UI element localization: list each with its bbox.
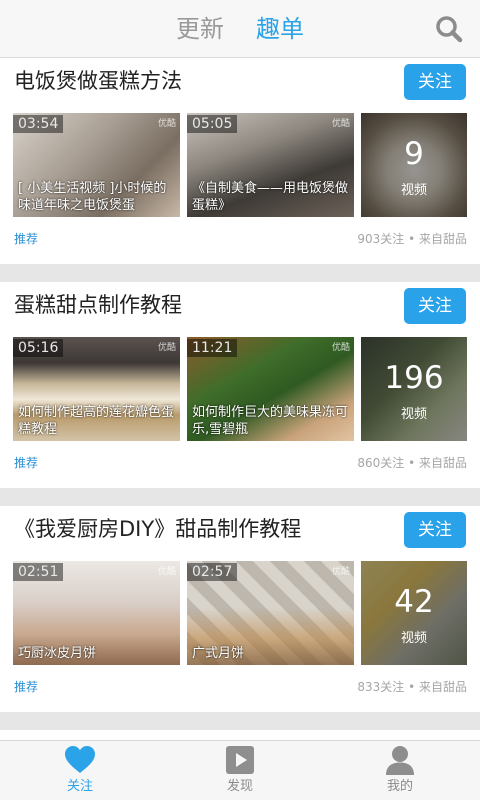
play-icon (226, 746, 254, 774)
search-button[interactable] (434, 14, 464, 44)
brand-watermark: 优酷 (331, 343, 350, 353)
playlist-card[interactable]: 《我爱厨房DIY》甜品制作教程 关注 02:51 优酷 巧厨冰皮月饼 02:57… (0, 506, 480, 712)
playlist-card[interactable]: 电饭煲做蛋糕方法 关注 03:54 优酷 [ 小美生活视频 ]小时候的味道年味之… (0, 58, 480, 264)
card-title[interactable]: 《我爱厨房DIY》甜品制作教程 (14, 512, 301, 546)
follow-button[interactable]: 关注 (404, 512, 466, 548)
video-title: 如何制作超高的莲花瓣色蛋糕教程 (18, 405, 175, 437)
video-count: 9 (404, 136, 424, 172)
card-title[interactable]: 蛋糕甜点制作教程 (14, 288, 182, 322)
video-thumbnail[interactable]: 02:57 优酷 广式月饼 (187, 561, 354, 665)
video-count-label: 视频 (400, 631, 427, 646)
video-duration: 05:16 (13, 339, 64, 357)
video-title: 《自制美食——用电饭煲做蛋糕》 (192, 181, 349, 213)
card-meta: 833关注 • 来自甜品 (357, 680, 467, 694)
heart-icon (65, 746, 95, 773)
tab-update[interactable]: 更新 (176, 12, 224, 46)
search-icon (436, 16, 463, 43)
tab-fun-list[interactable]: 趣单 (256, 12, 304, 46)
brand-watermark: 优酷 (331, 567, 350, 577)
card-meta: 903关注 • 来自甜品 (357, 232, 467, 246)
top-tab-bar: 更新 趣单 (0, 0, 480, 58)
more-videos-thumbnail[interactable]: 196 视频 (361, 337, 467, 441)
playlist-card[interactable]: 蛋糕甜点制作教程 关注 05:16 优酷 如何制作超高的莲花瓣色蛋糕教程 11:… (0, 282, 480, 488)
recommend-tag: 推荐 (14, 456, 39, 470)
video-count: 42 (394, 584, 434, 620)
brand-watermark: 优酷 (331, 119, 350, 129)
nav-mine[interactable]: 我的 (360, 745, 440, 796)
video-thumbnails: 02:51 优酷 巧厨冰皮月饼 02:57 优酷 广式月饼 42 视频 (13, 561, 467, 665)
video-duration: 03:54 (13, 115, 64, 133)
video-title: [ 小美生活视频 ]小时候的味道年味之电饭煲蛋 (18, 181, 167, 213)
recommend-tag: 推荐 (14, 232, 39, 246)
video-duration: 05:05 (187, 115, 238, 133)
video-duration: 11:21 (187, 339, 238, 357)
video-thumbnail[interactable]: 05:05 优酷 《自制美食——用电饭煲做蛋糕》 (187, 113, 354, 217)
video-count-label: 视频 (400, 183, 427, 198)
brand-watermark: 优酷 (157, 119, 176, 129)
video-title: 巧厨冰皮月饼 (18, 646, 97, 661)
user-icon (386, 746, 414, 775)
nav-follow-label: 关注 (66, 779, 93, 794)
nav-mine-label: 我的 (386, 779, 413, 794)
brand-watermark: 优酷 (157, 343, 176, 353)
video-thumbnail[interactable]: 11:21 优酷 如何制作巨大的美味果冻可乐,雪碧瓶 (187, 337, 354, 441)
video-thumbnails: 05:16 优酷 如何制作超高的莲花瓣色蛋糕教程 11:21 优酷 如何制作巨大… (13, 337, 467, 441)
nav-discover[interactable]: 发现 (200, 745, 280, 796)
nav-follow[interactable]: 关注 (40, 745, 120, 796)
video-count-label: 视频 (400, 407, 427, 422)
card-meta: 860关注 • 来自甜品 (357, 456, 467, 470)
follow-button[interactable]: 关注 (404, 288, 466, 324)
bottom-nav: 关注 发现 我的 (0, 740, 480, 800)
video-thumbnail[interactable]: 05:16 优酷 如何制作超高的莲花瓣色蛋糕教程 (13, 337, 180, 441)
nav-discover-label: 发现 (226, 779, 253, 794)
more-videos-thumbnail[interactable]: 42 视频 (361, 561, 467, 665)
video-title: 如何制作巨大的美味果冻可乐,雪碧瓶 (192, 405, 349, 437)
video-thumbnail[interactable]: 02:51 优酷 巧厨冰皮月饼 (13, 561, 180, 665)
video-thumbnail[interactable]: 03:54 优酷 [ 小美生活视频 ]小时候的味道年味之电饭煲蛋 (13, 113, 180, 217)
more-videos-thumbnail[interactable]: 9 视频 (361, 113, 467, 217)
feed: 电饭煲做蛋糕方法 关注 03:54 优酷 [ 小美生活视频 ]小时候的味道年味之… (0, 58, 480, 770)
recommend-tag: 推荐 (14, 680, 39, 694)
video-duration: 02:57 (187, 563, 238, 581)
video-thumbnails: 03:54 优酷 [ 小美生活视频 ]小时候的味道年味之电饭煲蛋 05:05 优… (13, 113, 467, 217)
brand-watermark: 优酷 (157, 567, 176, 577)
video-title: 广式月饼 (192, 646, 245, 661)
card-title[interactable]: 电饭煲做蛋糕方法 (14, 64, 182, 98)
follow-button[interactable]: 关注 (404, 64, 466, 100)
video-duration: 02:51 (13, 563, 64, 581)
video-count: 196 (384, 360, 444, 396)
